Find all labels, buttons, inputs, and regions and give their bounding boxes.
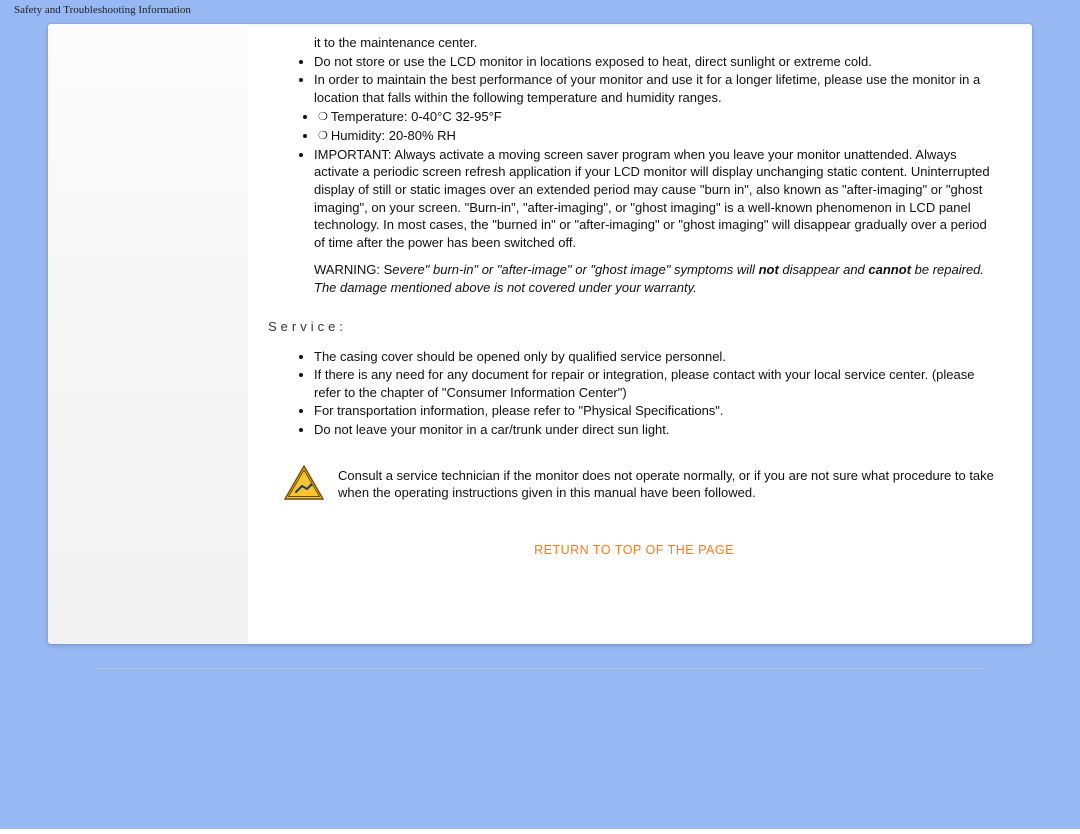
warning-paragraph: WARNING: Severe" burn-in" or "after-imag… — [314, 261, 1000, 296]
sublist-item-humidity: Humidity: 20-80% RH — [318, 127, 1000, 145]
consult-text: Consult a service technician if the moni… — [338, 465, 1000, 502]
list-item: Do not store or use the LCD monitor in l… — [314, 53, 1000, 71]
service-list: The casing cover should be opened only b… — [268, 348, 1000, 439]
warning-triangle-icon — [284, 465, 324, 501]
list-item: For transportation information, please r… — [314, 402, 1000, 420]
warning-cannot: cannot — [868, 262, 911, 277]
page-frame: it to the maintenance center. Do not sto… — [48, 24, 1032, 669]
document-card: it to the maintenance center. Do not sto… — [48, 24, 1032, 644]
document-content: it to the maintenance center. Do not sto… — [268, 24, 1000, 559]
page-background: Safety and Troubleshooting Information i… — [0, 0, 1080, 709]
consult-row: Consult a service technician if the moni… — [268, 465, 1000, 502]
return-to-top-link[interactable]: RETURN TO TOP OF THE PAGE — [268, 542, 1000, 559]
list-item: In order to maintain the best performanc… — [314, 71, 1000, 145]
warning-not: not — [759, 262, 779, 277]
range-sublist: Temperature: 0-40°C 32-95°F Humidity: 20… — [314, 108, 1000, 145]
bottom-divider — [96, 668, 984, 669]
warning-italic-1: evere" burn-in" or "after-image" or "gho… — [392, 262, 758, 277]
warning-lead: WARNING: S — [314, 262, 392, 277]
safety-list-main: Do not store or use the LCD monitor in l… — [268, 53, 1000, 252]
page-header-title: Safety and Troubleshooting Information — [0, 0, 1080, 24]
list-item: The casing cover should be opened only b… — [314, 348, 1000, 366]
trailing-space — [0, 709, 1080, 829]
list-item-text: In order to maintain the best performanc… — [314, 72, 980, 105]
list-item-important: IMPORTANT: Always activate a moving scre… — [314, 146, 1000, 251]
list-item-continuation: it to the maintenance center. — [268, 34, 1000, 52]
service-heading: Service: — [268, 318, 1000, 336]
warning-italic-2: disappear and — [779, 262, 869, 277]
list-item: Do not leave your monitor in a car/trunk… — [314, 421, 1000, 439]
sublist-item-temperature: Temperature: 0-40°C 32-95°F — [318, 108, 1000, 126]
sidebar-placeholder — [48, 24, 248, 644]
list-item: If there is any need for any document fo… — [314, 366, 1000, 401]
